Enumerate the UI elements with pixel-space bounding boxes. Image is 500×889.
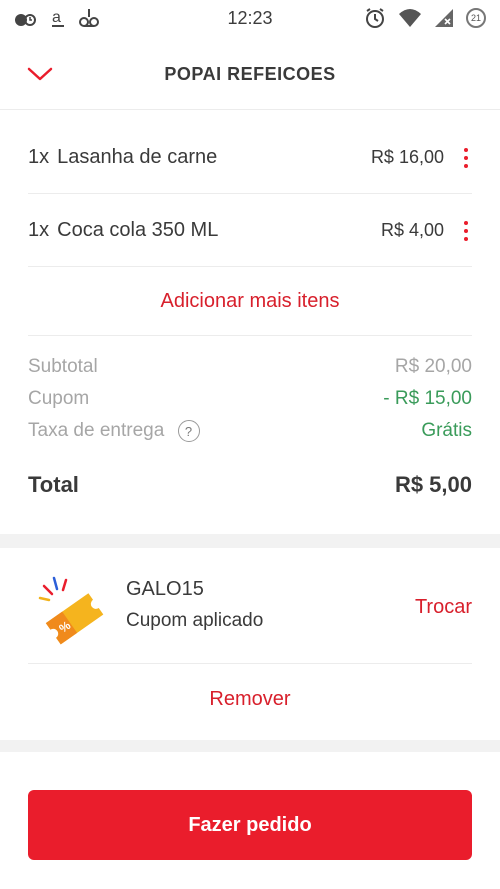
coupon-value: - R$ 15,00	[383, 388, 472, 409]
add-more-items-link[interactable]: Adicionar mais itens	[28, 268, 472, 336]
coupon-ticket-icon: %	[38, 576, 104, 645]
item-name: Coca cola 350 ML	[57, 219, 219, 241]
status-time: 12:23	[227, 7, 273, 28]
item-quantity: 1x	[28, 146, 50, 168]
chevron-down-icon	[27, 67, 53, 81]
status-bar: a 12:23 21	[0, 0, 500, 36]
coupon-label: Cupom	[28, 388, 90, 409]
remove-coupon-button[interactable]: Remover	[0, 664, 500, 734]
delivery-fee-label-group: Taxa de entrega ?	[28, 420, 200, 442]
total-label: Total	[28, 472, 79, 497]
coupon-section: % GALO15 Cupom aplicado Trocar Remover	[0, 548, 500, 740]
item-name: Lasanha de carne	[57, 146, 218, 168]
help-icon[interactable]: ?	[177, 420, 200, 442]
place-order-button[interactable]: Fazer pedido	[28, 790, 472, 860]
subtotal-label: Subtotal	[28, 356, 98, 377]
change-coupon-button[interactable]: Trocar	[415, 596, 472, 619]
more-options-icon[interactable]	[460, 147, 472, 168]
delivery-fee-value: Grátis	[421, 420, 472, 441]
delivery-fee-label: Taxa de entrega	[28, 420, 165, 442]
back-button[interactable]	[20, 54, 60, 94]
more-options-icon[interactable]	[460, 220, 472, 241]
coupon-row: Cupom - R$ 15,00	[28, 388, 472, 410]
item-price: R$ 4,00	[380, 220, 444, 240]
total-row: Total R$ 5,00	[28, 472, 472, 498]
list-item: 1x Lasanha de carne R$ 16,00	[28, 122, 472, 194]
total-value: R$ 5,00	[394, 472, 472, 497]
item-price: R$ 16,00	[370, 147, 444, 167]
subtotal-row: Subtotal R$ 20,00	[28, 356, 472, 378]
delivery-fee-row: Taxa de entrega ? Grátis	[28, 420, 472, 442]
subtotal-value: R$ 20,00	[394, 356, 472, 377]
section-divider	[0, 740, 500, 752]
coupon-code: GALO15	[126, 578, 204, 600]
coupon-status: Cupom aplicado	[126, 610, 264, 631]
page-title: POPAI REFEICOES	[164, 64, 336, 84]
list-item: 1x Coca cola 350 ML R$ 4,00	[28, 195, 472, 267]
header: POPAI REFEICOES	[0, 40, 500, 110]
section-divider	[0, 534, 500, 548]
item-quantity: 1x	[28, 219, 50, 241]
